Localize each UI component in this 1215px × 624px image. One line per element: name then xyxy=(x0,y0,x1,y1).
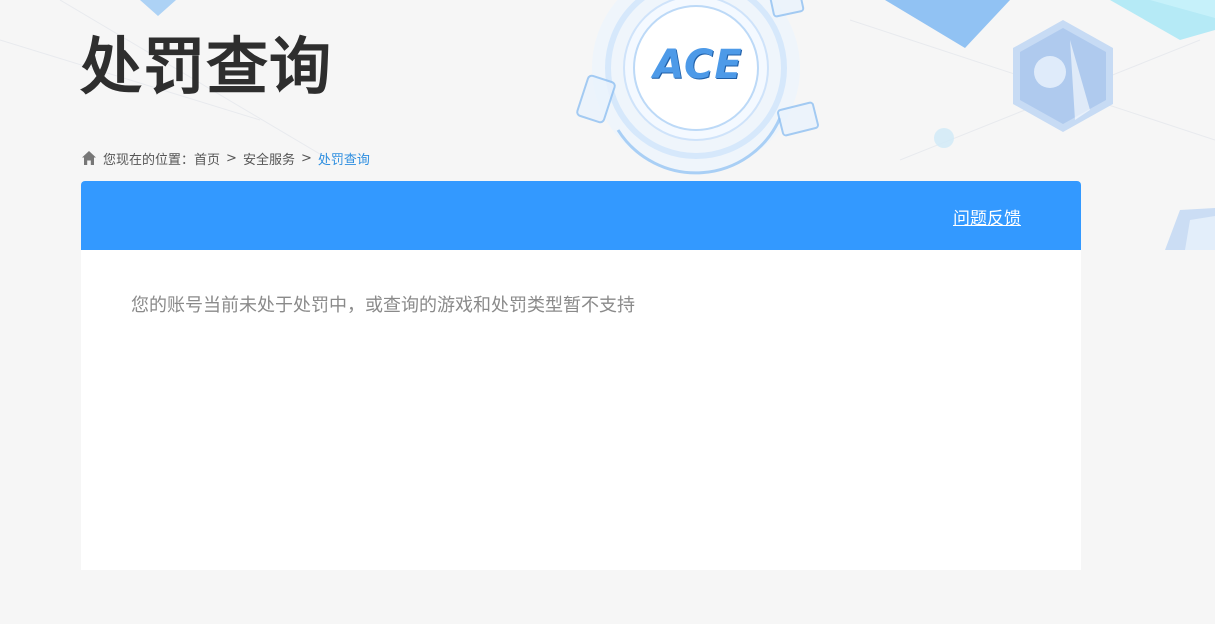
ace-logo-text: ACE xyxy=(653,42,743,88)
character-hexagon-art xyxy=(1013,20,1113,132)
game-tablet-icon xyxy=(769,0,805,18)
breadcrumb-separator: > xyxy=(300,150,312,166)
panel-header-bar: 问题反馈 xyxy=(81,181,1081,250)
breadcrumb-home-link[interactable]: 首页 xyxy=(194,149,220,168)
breadcrumb: 您现在的位置： 首页 > 安全服务 > 处罚查询 xyxy=(81,148,370,168)
game-monitor-icon xyxy=(777,101,819,137)
breadcrumb-current: 处罚查询 xyxy=(317,152,370,168)
page-title: 处罚查询 xyxy=(80,30,333,103)
breadcrumb-prefix: 您现在的位置： xyxy=(103,152,195,168)
panel-body: 您的账号当前未处于处罚中，或查询的游戏和处罚类型暂不支持 xyxy=(81,250,1081,318)
ace-logo: ACE xyxy=(648,44,748,86)
game-phone-icon xyxy=(576,74,616,124)
query-result-message: 您的账号当前未处于处罚中，或查询的游戏和处罚类型暂不支持 xyxy=(131,295,635,316)
breadcrumb-security-link[interactable]: 安全服务 xyxy=(243,149,295,168)
feedback-link[interactable]: 问题反馈 xyxy=(953,204,1021,229)
punishment-query-panel: 问题反馈 您的账号当前未处于处罚中，或查询的游戏和处罚类型暂不支持 xyxy=(81,181,1081,570)
home-icon xyxy=(81,150,97,166)
breadcrumb-separator: > xyxy=(226,150,237,166)
